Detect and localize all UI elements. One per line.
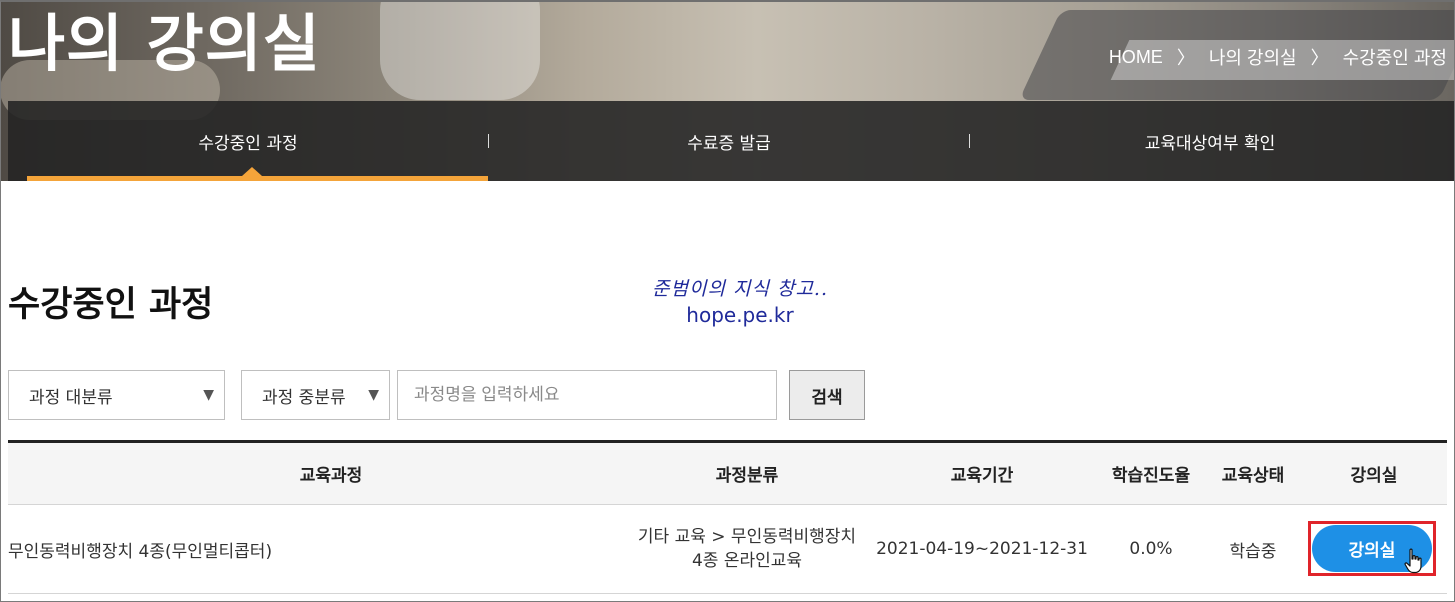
- column-header-progress: 학습진도율: [1111, 466, 1191, 486]
- dropdown-arrow-icon: ▼: [368, 387, 379, 403]
- table-header: 교육과정 과정분류 교육기간 학습진도율 교육상태 강의실: [8, 443, 1447, 505]
- tab-label: 수강중인 과정: [198, 133, 298, 154]
- tab-label: 교육대상여부 확인: [1144, 133, 1276, 154]
- tab-label: 수료증 발급: [687, 133, 771, 154]
- course-search-input[interactable]: [397, 370, 777, 420]
- chevron-right-icon: 〉: [1176, 48, 1195, 68]
- page-title: 나의 강의실: [8, 7, 321, 80]
- breadcrumb: HOME 〉 나의 강의실 〉 수강중인 과정: [1109, 44, 1447, 70]
- column-header-category: 과정분류: [715, 466, 779, 486]
- course-period: 2021-04-19~2021-12-31: [876, 539, 1088, 559]
- column-header-classroom: 강의실: [1350, 466, 1398, 486]
- column-header-course: 교육과정: [299, 466, 363, 486]
- breadcrumb-home[interactable]: HOME: [1109, 47, 1163, 68]
- course-progress: 0.0%: [1129, 539, 1173, 559]
- hand-cursor-icon: [1404, 548, 1422, 574]
- watermark-url: hope.pe.kr: [686, 303, 794, 327]
- category-middle-value: 과정 중분류: [262, 387, 346, 408]
- sub-navigation: 수강중인 과정 수료증 발급 교육대상여부 확인: [8, 101, 1455, 181]
- course-category-line2: 4종 온라인교육: [691, 551, 803, 571]
- banner-decor-cup: [380, 0, 540, 100]
- breadcrumb-current[interactable]: 수강중인 과정: [1343, 44, 1447, 70]
- watermark-text: 준범이의 지식 창고..: [652, 278, 828, 300]
- column-header-status: 교육상태: [1221, 466, 1285, 486]
- dropdown-arrow-icon: ▼: [203, 387, 214, 403]
- category-major-value: 과정 대분류: [29, 387, 113, 408]
- course-name: 무인동력비행장치 4종(무인멀티콥터): [8, 541, 273, 562]
- column-header-period: 교육기간: [950, 466, 1014, 486]
- header-banner: 나의 강의실 HOME 〉 나의 강의실 〉 수강중인 과정 수강중인 과정 수…: [0, 0, 1455, 181]
- watermark: 준범이의 지식 창고.. hope.pe.kr: [640, 274, 840, 327]
- breadcrumb-my-classroom[interactable]: 나의 강의실: [1209, 44, 1297, 70]
- search-button[interactable]: 검색: [789, 370, 865, 420]
- category-middle-select[interactable]: 과정 중분류 ▼: [241, 370, 390, 420]
- tab-certificate[interactable]: 수료증 발급: [489, 101, 969, 181]
- table-row: 무인동력비행장치 4종(무인멀티콥터) 기타 교육 > 무인동력비행장치 4종 …: [8, 505, 1447, 594]
- section-title: 수강중인 과정: [8, 285, 214, 325]
- chevron-right-icon: 〉: [1310, 48, 1329, 68]
- category-major-select[interactable]: 과정 대분류 ▼: [8, 370, 225, 420]
- tab-eligibility-check[interactable]: 교육대상여부 확인: [970, 101, 1450, 181]
- course-table: 교육과정 과정분류 교육기간 학습진도율 교육상태 강의실 무인동력비행장치 4…: [8, 440, 1447, 594]
- course-status: 학습중: [1229, 541, 1277, 562]
- course-category: 기타 교육 > 무인동력비행장치 4종 온라인교육: [618, 505, 876, 593]
- course-category-line1: 기타 교육 > 무인동력비행장치: [637, 527, 857, 547]
- tab-enrolled-courses[interactable]: 수강중인 과정: [8, 101, 488, 181]
